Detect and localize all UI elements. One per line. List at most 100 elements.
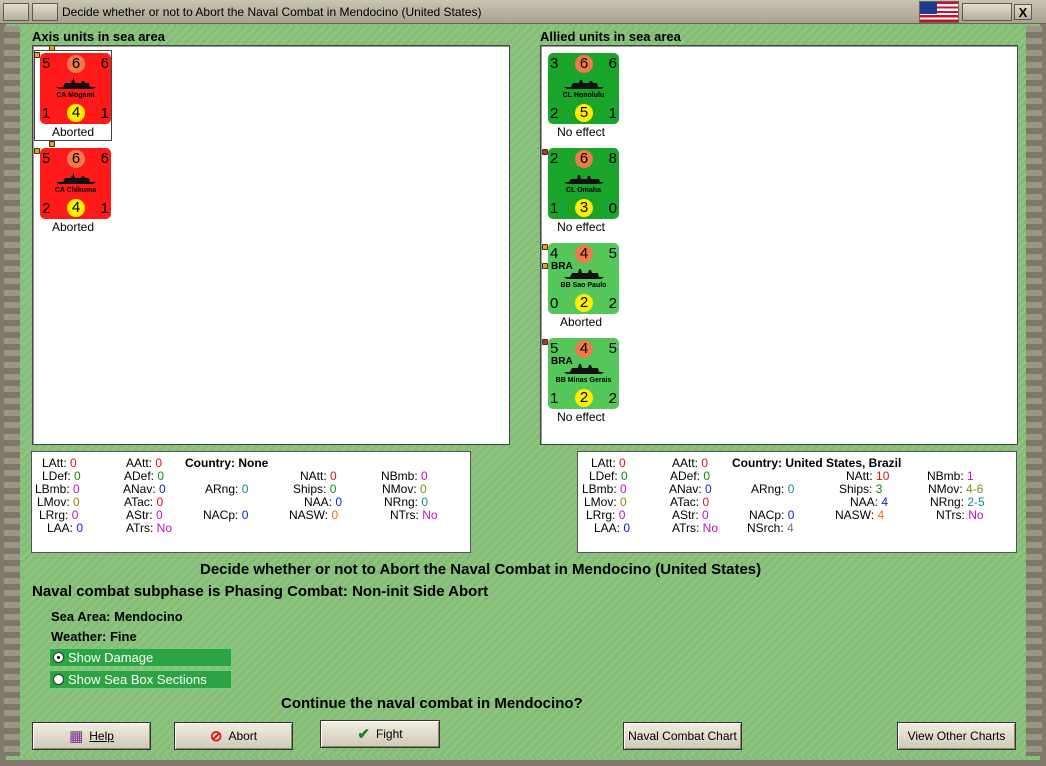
stat-lmov: LMov: 0	[37, 495, 80, 509]
stat-natt: NAtt: 0	[300, 469, 337, 483]
left-rail	[4, 26, 20, 756]
stat-adef: ADef: 0	[670, 469, 711, 483]
fight-button[interactable]: ✔ Fight	[320, 720, 440, 748]
status-marker-icon	[49, 141, 55, 147]
stat-laa: LAA: 0	[594, 521, 631, 535]
counter-asw: 1	[608, 105, 617, 122]
counter-movement: 4	[575, 245, 593, 263]
show-sea-box-option[interactable]: Show Sea Box Sections	[49, 670, 232, 689]
stat-naa: NAA: 0	[304, 495, 343, 509]
ship-silhouette-icon	[564, 269, 604, 279]
window-title: Decide whether or not to Abort the Naval…	[62, 5, 482, 19]
stat-nacp: NACp: 0	[749, 508, 795, 522]
stat-arng: ARng: 0	[205, 482, 249, 496]
unit-counter-bb-minas-gerais[interactable]: 5 4 5 BRA BB Minas Gerais 1 2 2	[548, 338, 619, 409]
stat-lbmb: LBmb: 0	[35, 482, 80, 496]
stat-latt: LAtt: 0	[591, 456, 626, 470]
counter-name: CL Omaha	[566, 187, 601, 194]
unit-counter-bb-sao-paulo[interactable]: 4 4 5 BRA BB Sao Paulo 0 2 2	[548, 243, 619, 314]
stat-astr: AStr: 0	[672, 508, 709, 522]
counter-movement: 6	[67, 55, 85, 73]
counter-attack: 4	[550, 245, 559, 262]
stat-ntrs: NTrs: No	[936, 508, 984, 522]
stat-lbmb: LBmb: 0	[582, 482, 627, 496]
title-bar[interactable]: Decide whether or not to Abort the Naval…	[0, 0, 1046, 24]
view-other-charts-button[interactable]: View Other Charts	[897, 722, 1016, 750]
unit-counter-ca-chikuma[interactable]: 5 6 6 CA Chikuma 2 4 1	[40, 148, 111, 219]
stat-ships: Ships: 3	[839, 482, 883, 496]
counter-defense: 6	[100, 55, 109, 72]
counter-aa: 1	[550, 200, 559, 217]
naval-combat-chart-button[interactable]: Naval Combat Chart	[623, 722, 742, 750]
stat-nsrch: NSrch: 4	[747, 521, 794, 535]
unit-status: Aborted	[51, 125, 95, 139]
axis-header: Axis units in sea area	[32, 29, 165, 44]
stat-nrng: NRng: 2-5	[930, 495, 985, 509]
system-menu-button[interactable]	[3, 3, 29, 21]
counter-range: 2	[575, 294, 593, 312]
stat-nrng: NRng: 0	[384, 495, 429, 509]
checkmark-icon: ✔	[357, 726, 370, 743]
stat-atrs: ATrs: No	[126, 521, 173, 535]
counter-range: 4	[67, 199, 85, 217]
close-icon[interactable]: X	[1014, 4, 1032, 20]
stat-aatt: AAtt: 0	[126, 456, 163, 470]
stat-naa: NAA: 4	[850, 495, 889, 509]
minimize-button[interactable]	[32, 3, 58, 21]
axis-stats-panel: LAtt: 0 LDef: 0 LBmb: 0 LMov: 0 LRrg: 0 …	[31, 451, 471, 553]
subphase-line: Naval combat subphase is Phasing Combat:…	[32, 583, 489, 600]
help-button[interactable]: ▦ Help	[32, 722, 151, 750]
stat-ntrs: NTrs: No	[390, 508, 438, 522]
continue-question: Continue the naval combat in Mendocino?	[281, 695, 583, 712]
ship-silhouette-icon	[564, 175, 604, 184]
counter-defense: 5	[608, 245, 617, 262]
counter-aa: 1	[550, 390, 559, 407]
radio-selected-icon[interactable]	[53, 652, 64, 663]
stat-ldef: LDef: 0	[589, 469, 628, 483]
stat-anav: ANav: 0	[123, 482, 166, 496]
counter-aa: 1	[42, 105, 51, 122]
allied-header: Allied units in sea area	[540, 29, 681, 44]
allied-stats-panel: LAtt: 0 LDef: 0 LBmb: 0 LMov: 0 LRrg: 0 …	[577, 451, 1017, 553]
stat-lrrg: LRrg: 0	[39, 508, 79, 522]
stat-arng: ARng: 0	[751, 482, 795, 496]
counter-name: CA Chikuma	[54, 187, 97, 194]
stat-atac: ATac: 0	[670, 495, 710, 509]
help-button-label: Help	[89, 729, 114, 743]
counter-defense: 6	[608, 55, 617, 72]
counter-movement: 6	[575, 150, 593, 168]
show-damage-label: Show Damage	[68, 650, 154, 665]
stat-lrrg: LRrg: 0	[586, 508, 626, 522]
stat-lmov: LMov: 0	[584, 495, 627, 509]
stat-aatt: AAtt: 0	[672, 456, 709, 470]
unit-status: No effect	[557, 220, 605, 234]
counter-asw: 2	[608, 295, 617, 312]
fight-button-label: Fight	[375, 727, 403, 741]
unit-counter-cl-honolulu[interactable]: 3 6 6 CL Honolulu 2 5 1	[548, 53, 619, 124]
unit-status: No effect	[557, 125, 605, 139]
counter-aa: 2	[550, 105, 559, 122]
stat-nbmb: NBmb: 0	[381, 469, 428, 483]
unit-status: Aborted	[559, 315, 603, 329]
stat-natt: NAtt: 10	[846, 469, 890, 483]
abort-button[interactable]: ⊘ Abort	[174, 722, 293, 750]
stat-nasw: NASW: 0	[289, 508, 339, 522]
counter-aa: 0	[550, 295, 559, 312]
stat-anav: ANav: 0	[669, 482, 712, 496]
counter-attack: 3	[550, 55, 559, 72]
stat-ships: Ships: 0	[293, 482, 337, 496]
unit-counter-cl-omaha[interactable]: 2 6 8 CL Omaha 1 3 0	[548, 148, 619, 219]
axis-country: Country: None	[185, 456, 269, 470]
stat-adef: ADef: 0	[124, 469, 165, 483]
stat-nacp: NACp: 0	[203, 508, 249, 522]
counter-defense: 8	[608, 150, 617, 167]
decision-heading: Decide whether or not to Abort the Naval…	[200, 561, 762, 578]
counter-name: CL Honolulu	[562, 92, 605, 99]
counter-asw: 1	[100, 105, 109, 122]
stat-atrs: ATrs: No	[672, 521, 719, 535]
radio-unselected-icon[interactable]	[53, 674, 64, 685]
title-spacer-button[interactable]	[962, 3, 1012, 21]
sea-area-label: Sea Area: Mendocino	[51, 609, 183, 624]
show-damage-option[interactable]: Show Damage	[49, 648, 232, 667]
unit-counter-ca-mogami[interactable]: 5 6 6 CA Mogami 1 4 1	[40, 53, 111, 124]
